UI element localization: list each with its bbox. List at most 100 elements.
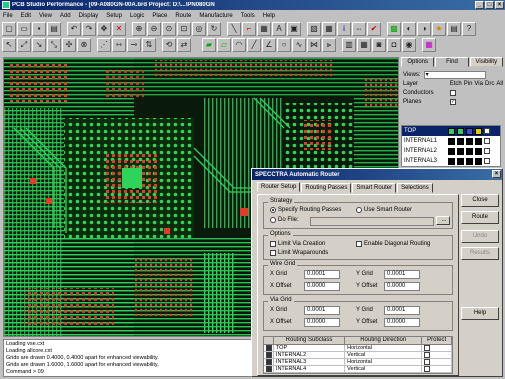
row-checkbox[interactable] xyxy=(266,352,272,358)
menu-logic[interactable]: Logic xyxy=(130,13,144,19)
menu-view[interactable]: View xyxy=(39,13,52,19)
layer-row[interactable]: INTERNAL3 xyxy=(402,156,500,166)
board-icon[interactable]: ▥ xyxy=(342,38,356,52)
zoom-fit-icon[interactable]: ⊙ xyxy=(162,22,176,36)
wire-yoffset-input[interactable]: 0.0000 xyxy=(384,282,420,291)
move-icon[interactable]: ✥ xyxy=(97,22,111,36)
conductors-checkbox[interactable] xyxy=(450,89,456,96)
shadow-icon[interactable]: ◑ xyxy=(417,22,431,36)
grid-icon[interactable]: ▦ xyxy=(322,22,336,36)
wraparounds-checkbox[interactable] xyxy=(270,250,276,256)
results-button[interactable]: Results xyxy=(461,247,499,260)
via-yoffset-input[interactable]: 0.0000 xyxy=(384,318,420,327)
route-bend-icon[interactable]: ⤡ xyxy=(47,38,61,52)
protect-checkbox[interactable] xyxy=(424,366,431,372)
layer-all-checkbox[interactable] xyxy=(484,158,490,164)
angle-icon[interactable]: ∠ xyxy=(262,38,276,52)
wire-ygrid-input[interactable]: 0.0001 xyxy=(384,270,420,279)
layer-color-swatch[interactable] xyxy=(475,147,482,155)
line-icon[interactable]: ╱ xyxy=(247,38,261,52)
layer-row[interactable]: TOP ✓ xyxy=(402,126,500,136)
layer-color-swatch[interactable] xyxy=(448,147,455,155)
layer-color-swatch[interactable] xyxy=(475,137,482,145)
menu-display[interactable]: Display xyxy=(79,13,99,19)
layer-color-swatch[interactable] xyxy=(466,157,473,165)
protect-checkbox[interactable] xyxy=(424,352,431,358)
palette-icon[interactable]: ▦ xyxy=(422,38,436,52)
text-icon[interactable]: A xyxy=(272,22,286,36)
row-checkbox[interactable] xyxy=(266,345,272,351)
layer-all-checkbox[interactable]: ✓ xyxy=(484,128,490,134)
help-icon[interactable]: ? xyxy=(462,22,476,36)
direction-cell[interactable]: Vertical xyxy=(345,366,423,372)
rotate-icon[interactable]: ⟲ xyxy=(162,38,176,52)
visibility-icon[interactable]: ◐ xyxy=(402,22,416,36)
dofile-radio[interactable] xyxy=(270,217,276,223)
close-button[interactable]: × xyxy=(495,1,504,9)
layer-color-swatch[interactable] xyxy=(475,127,482,135)
add-connect-icon[interactable]: ⌐ xyxy=(242,22,256,36)
menu-manufacture[interactable]: Manufacture xyxy=(199,13,232,19)
dofile-option[interactable]: Do File: xyxy=(270,217,299,223)
measure-icon[interactable]: ⇔ xyxy=(352,22,366,36)
dofile-path-field[interactable] xyxy=(310,217,434,226)
dialog-close-icon[interactable]: × xyxy=(492,170,501,178)
layer-color-swatch[interactable] xyxy=(466,137,473,145)
tab-find[interactable]: Find xyxy=(435,57,469,67)
tab-router-setup[interactable]: Router Setup xyxy=(257,182,301,192)
place-icon[interactable]: ▣ xyxy=(287,22,301,36)
merge-icon[interactable]: ⋈ xyxy=(307,38,321,52)
menu-tools[interactable]: Tools xyxy=(241,13,255,19)
tab-visibility[interactable]: Visibility xyxy=(469,57,503,67)
redo-icon[interactable]: ↷ xyxy=(82,22,96,36)
color-icon[interactable]: ▩ xyxy=(387,22,401,36)
table-row[interactable]: TOP Horizontal xyxy=(264,345,452,352)
smart-router-radio[interactable] xyxy=(356,207,362,213)
planes-checkbox[interactable]: ✓ xyxy=(450,98,456,105)
layer-row[interactable]: INTERNAL2 xyxy=(402,146,500,156)
via-xgrid-input[interactable]: 0.0001 xyxy=(304,306,340,315)
direction-cell[interactable]: Horizontal xyxy=(345,345,423,351)
table-row[interactable]: INTERNAL3 Horizontal xyxy=(264,359,452,366)
row-checkbox[interactable] xyxy=(266,366,272,372)
tab-routing-passes[interactable]: Routing Passes xyxy=(301,183,352,193)
layer-color-swatch[interactable] xyxy=(457,147,464,155)
symbol-icon[interactable]: ◘ xyxy=(387,38,401,52)
menu-edit[interactable]: Edit xyxy=(21,13,31,19)
component-icon[interactable]: ▦ xyxy=(357,38,371,52)
ratsnest-icon[interactable]: ⋰ xyxy=(97,38,111,52)
layer-color-swatch[interactable] xyxy=(448,127,455,135)
limit-via-checkbox[interactable] xyxy=(270,241,276,247)
row-checkbox[interactable] xyxy=(266,359,272,365)
direction-cell[interactable]: Horizontal xyxy=(345,359,423,365)
info-icon[interactable]: i xyxy=(337,22,351,36)
via-xoffset-input[interactable]: 0.0000 xyxy=(304,318,340,327)
specify-passes-radio[interactable] xyxy=(270,207,276,213)
menu-setup[interactable]: Setup xyxy=(106,13,122,19)
layer-color-swatch[interactable] xyxy=(448,137,455,145)
padstack-icon[interactable]: ◙ xyxy=(372,38,386,52)
minimize-button[interactable]: _ xyxy=(475,1,484,9)
camera-icon[interactable]: ◉ xyxy=(402,38,416,52)
shape-add-icon[interactable]: ▰ xyxy=(202,38,216,52)
menu-file[interactable]: File xyxy=(3,13,13,19)
slide-icon[interactable]: ⤢ xyxy=(17,38,31,52)
layer-color-swatch[interactable] xyxy=(457,137,464,145)
route-via-icon[interactable]: ⊗ xyxy=(77,38,91,52)
help-button[interactable]: Help xyxy=(461,307,499,320)
limit-via-option[interactable]: Limit Via Creation xyxy=(270,241,325,247)
table-row[interactable]: INTERNAL2 Vertical xyxy=(264,352,452,359)
zoom-in-icon[interactable]: ⊕ xyxy=(132,22,146,36)
menu-help[interactable]: Help xyxy=(263,13,275,19)
route-segment-icon[interactable]: ↘ xyxy=(32,38,46,52)
zoom-prev-icon[interactable]: ◎ xyxy=(192,22,206,36)
wraparounds-option[interactable]: Limit Wraparounds xyxy=(270,250,328,256)
layer-color-swatch[interactable] xyxy=(466,127,473,135)
highlight-icon[interactable]: ★ xyxy=(432,22,446,36)
via-ygrid-input[interactable]: 0.0001 xyxy=(384,306,420,315)
save-icon[interactable]: ▪ xyxy=(32,22,46,36)
menu-route[interactable]: Route xyxy=(175,13,191,19)
layer-icon[interactable]: ▧ xyxy=(307,22,321,36)
layer-swap-icon[interactable]: ⇅ xyxy=(142,38,156,52)
views-select[interactable]: ▾ xyxy=(423,70,486,79)
